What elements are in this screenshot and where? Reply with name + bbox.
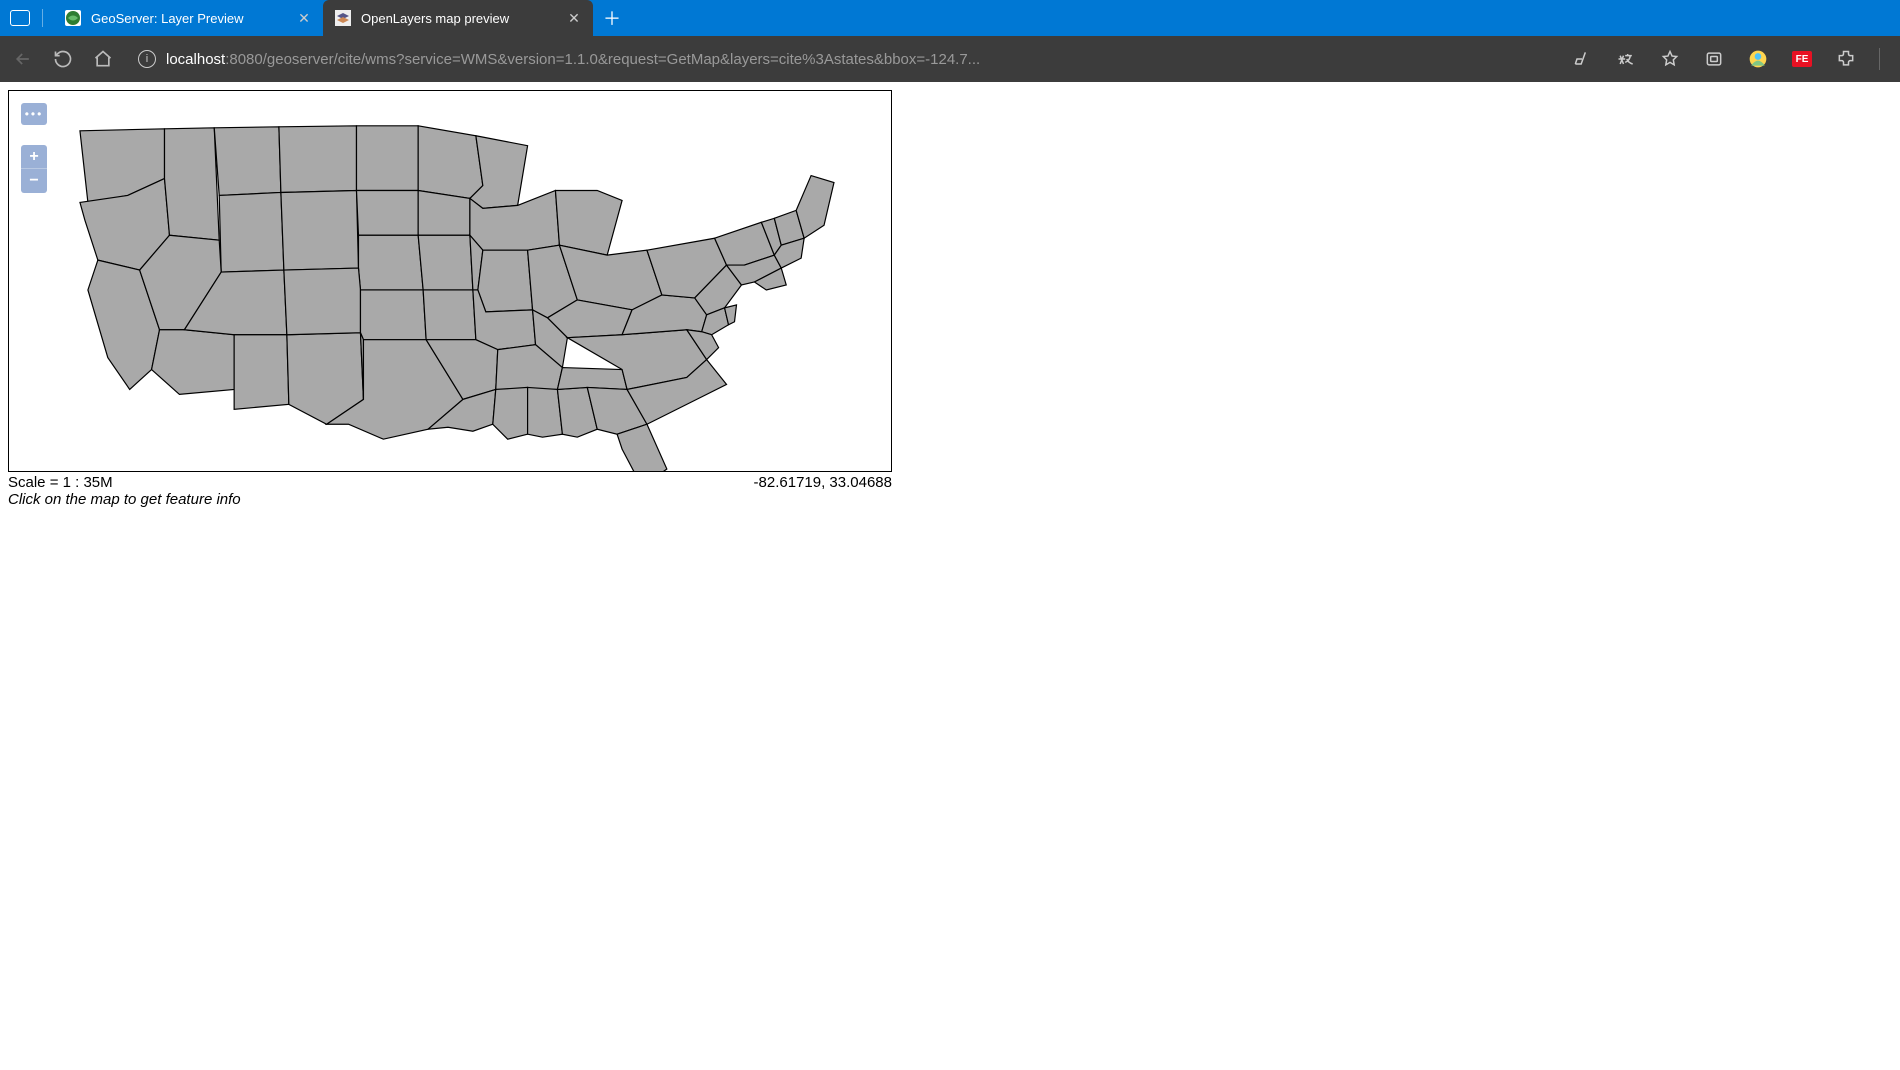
extensions-icon[interactable]: [1835, 48, 1857, 70]
tab-title: GeoServer: Layer Preview: [91, 11, 287, 26]
chrome-left: [0, 0, 53, 36]
map-hint: Click on the map to get feature info: [8, 491, 892, 508]
toolbar-icons: FE: [1571, 48, 1888, 70]
read-aloud-icon[interactable]: [1571, 48, 1593, 70]
favorites-icon[interactable]: [1659, 48, 1681, 70]
map-controls: ••• + −: [21, 103, 47, 193]
url-host: localhost: [166, 51, 225, 68]
map-viewport[interactable]: ••• + −: [8, 90, 892, 472]
favicon-geoserver-icon: [65, 10, 81, 26]
zoom-out-button[interactable]: −: [21, 169, 47, 193]
divider: [1879, 48, 1880, 70]
tab-openlayers[interactable]: OpenLayers map preview ✕: [323, 0, 593, 36]
site-info-icon[interactable]: i: [138, 50, 156, 68]
extension-fe-icon[interactable]: FE: [1791, 48, 1813, 70]
divider: [42, 9, 43, 27]
new-tab-button[interactable]: ＋: [593, 0, 631, 36]
tab-title: OpenLayers map preview: [361, 11, 557, 26]
url-rest: :8080/geoserver/cite/wms?service=WMS&ver…: [225, 51, 980, 68]
refresh-button[interactable]: [52, 48, 74, 70]
close-icon[interactable]: ✕: [297, 11, 311, 25]
map-footer: Scale = 1 : 35M -82.61719, 33.04688: [8, 474, 892, 491]
back-button[interactable]: [12, 48, 34, 70]
tab-geoserver[interactable]: GeoServer: Layer Preview ✕: [53, 0, 323, 36]
favicon-openlayers-icon: [335, 10, 351, 26]
collections-icon[interactable]: [1703, 48, 1725, 70]
address-bar-row: i localhost:8080/geoserver/cite/wms?serv…: [0, 36, 1900, 82]
url-text: localhost:8080/geoserver/cite/wms?servic…: [166, 51, 980, 68]
browser-titlebar: GeoServer: Layer Preview ✕ OpenLayers ma…: [0, 0, 1900, 36]
map-options-button[interactable]: •••: [21, 103, 47, 125]
home-button[interactable]: [92, 48, 114, 70]
profile-icon[interactable]: [1747, 48, 1769, 70]
zoom-in-button[interactable]: +: [21, 145, 47, 169]
translate-icon[interactable]: [1615, 48, 1637, 70]
address-bar[interactable]: i localhost:8080/geoserver/cite/wms?serv…: [132, 50, 1553, 68]
page-content: ••• + − Scale = 1 : 35M -82.61719, 33.04…: [0, 82, 1900, 516]
cursor-coords: -82.61719, 33.04688: [754, 474, 892, 491]
tab-actions-icon[interactable]: [10, 10, 30, 26]
map-layer-states: [9, 91, 891, 471]
zoom-control: + −: [21, 145, 47, 193]
close-icon[interactable]: ✕: [567, 11, 581, 25]
scale-label: Scale = 1 : 35M: [8, 474, 113, 491]
tabstrip: GeoServer: Layer Preview ✕ OpenLayers ma…: [53, 0, 631, 36]
